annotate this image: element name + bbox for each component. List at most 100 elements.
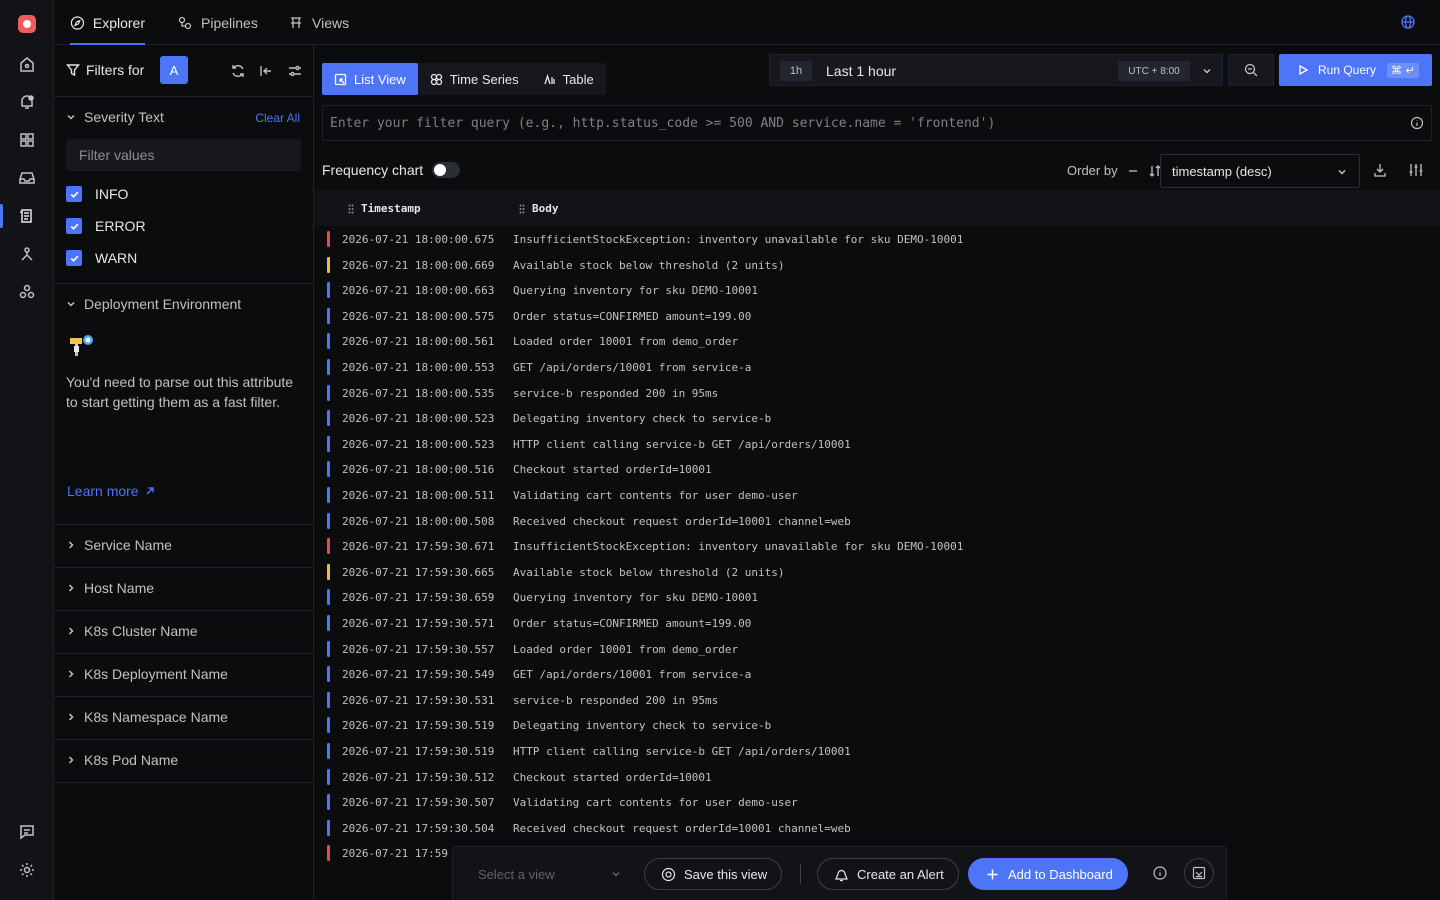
log-row[interactable]: 2026-07-21 17:59:30.549 GET /api/orders/1…	[314, 661, 1440, 686]
log-row[interactable]: 2026-07-21 17:59:30.531 service-b respond…	[314, 687, 1440, 712]
drag-handle-icon[interactable]	[519, 204, 525, 214]
home-icon[interactable]	[17, 54, 37, 74]
log-row[interactable]: 2026-07-21 18:00:00.553 GET /api/orders/1…	[314, 354, 1440, 379]
tab-list-view[interactable]: List View	[322, 63, 418, 95]
add-to-dashboard-button[interactable]: Add to Dashboard	[968, 858, 1128, 890]
section-divider	[54, 739, 313, 740]
filter-section-k8s-cluster-name[interactable]: K8s Cluster Name	[66, 623, 198, 639]
time-range-picker[interactable]: 1h Last 1 hour UTC + 8:00	[769, 54, 1223, 86]
severity-indicator	[327, 691, 330, 708]
log-row[interactable]: 2026-07-21 18:00:00.508 Received checkout…	[314, 508, 1440, 533]
filter-section-k8s-deployment-name[interactable]: K8s Deployment Name	[66, 666, 228, 682]
log-body: Order status=CONFIRMED amount=199.00	[513, 309, 752, 323]
checkbox-checked-icon[interactable]	[66, 250, 82, 266]
logs-icon[interactable]	[17, 206, 37, 226]
filter-values-input[interactable]	[66, 139, 301, 171]
filter-section-service-name[interactable]: Service Name	[66, 537, 172, 553]
filter-section-k8s-namespace-name[interactable]: K8s Namespace Name	[66, 709, 228, 725]
select-view-dropdown[interactable]: Select a view	[465, 858, 633, 890]
severity-option-warn[interactable]: WARN	[66, 250, 137, 266]
log-row[interactable]: 2026-07-21 18:00:00.516 Checkout started …	[314, 456, 1440, 481]
frequency-chart-toggle[interactable]	[432, 162, 461, 178]
severity-indicator	[327, 512, 330, 529]
tab-time-series[interactable]: Time Series	[418, 63, 531, 95]
run-query-button[interactable]: Run Query ⌘ ↵	[1279, 54, 1432, 86]
severity-option-label: WARN	[95, 250, 138, 266]
log-row[interactable]: 2026-07-21 17:59:30.504 Received checkout…	[314, 815, 1440, 840]
tab-pipelines[interactable]: Pipelines	[177, 0, 258, 45]
collapse-toolbar-button[interactable]	[1184, 858, 1214, 888]
column-header-body[interactable]: Body	[519, 202, 559, 215]
log-row[interactable]: 2026-07-21 17:59:30.512 Checkout started …	[314, 764, 1440, 789]
severity-option-error[interactable]: ERROR	[66, 218, 146, 234]
settings-gear-icon[interactable]	[17, 860, 37, 880]
log-row[interactable]: 2026-07-21 18:00:00.675 InsufficientStock…	[314, 226, 1440, 251]
filter-section-label: Host Name	[84, 580, 155, 596]
filter-query-input[interactable]	[322, 105, 1432, 141]
zoom-out-button[interactable]	[1228, 54, 1274, 86]
log-timestamp: 2026-07-21 17:59:30.519	[342, 719, 495, 733]
save-view-button[interactable]: Save this view	[644, 858, 783, 890]
filter-section-k8s-pod-name[interactable]: K8s Pod Name	[66, 752, 178, 768]
collapse-panel-icon[interactable]	[258, 63, 274, 79]
checkbox-checked-icon[interactable]	[66, 186, 82, 202]
integrations-icon[interactable]	[17, 282, 37, 302]
log-row[interactable]: 2026-07-21 17:59:30.571 Order status=CONF…	[314, 610, 1440, 635]
log-row[interactable]: 2026-07-21 17:59:30.665 Available stock b…	[314, 559, 1440, 584]
alerts-bell-icon[interactable]	[17, 92, 37, 112]
log-body: HTTP client calling service-b GET /api/o…	[513, 745, 851, 758]
severity-indicator	[327, 435, 330, 452]
tab-table[interactable]: Table	[531, 63, 606, 95]
log-row[interactable]: 2026-07-21 18:00:00.523 Delegating invent…	[314, 405, 1440, 430]
column-settings-icon[interactable]	[1408, 162, 1424, 178]
log-row[interactable]: 2026-07-21 17:59:30.519 Delegating invent…	[314, 712, 1440, 737]
filters-panel: Filters for A Severity Text Clear All IN…	[54, 45, 314, 900]
log-row[interactable]: 2026-07-21 18:00:00.561 Loaded order 1000…	[314, 328, 1440, 353]
chevron-right-icon	[68, 584, 74, 592]
top-bar: Explorer Pipelines Views	[54, 0, 1440, 45]
chevron-down-icon[interactable]	[1202, 66, 1212, 76]
traces-icon[interactable]	[17, 244, 37, 264]
log-row[interactable]: 2026-07-21 18:00:00.575 Order status=CONF…	[314, 303, 1440, 328]
column-header-label: Body	[532, 202, 559, 215]
severity-option-info[interactable]: INFO	[66, 186, 128, 202]
order-by-select[interactable]: timestamp (desc)	[1160, 154, 1360, 188]
severity-section-toggle[interactable]: Severity Text	[66, 109, 164, 125]
column-header-timestamp[interactable]: Timestamp	[348, 202, 421, 215]
globe-icon[interactable]	[1400, 14, 1416, 30]
support-chat-icon[interactable]	[17, 822, 37, 842]
order-by-value: timestamp (desc)	[1172, 163, 1272, 179]
severity-indicator	[327, 589, 330, 606]
log-row[interactable]: 2026-07-21 18:00:00.511 Validating cart c…	[314, 482, 1440, 507]
inbox-icon[interactable]	[17, 168, 37, 188]
filter-settings-icon[interactable]	[287, 63, 303, 79]
log-row[interactable]: 2026-07-21 18:00:00.535 service-b respond…	[314, 380, 1440, 405]
log-row[interactable]: 2026-07-21 17:59:30.519 HTTP client calli…	[314, 738, 1440, 763]
log-row[interactable]: 2026-07-21 17:59:30.671 InsufficientStock…	[314, 533, 1440, 558]
query-badge[interactable]: A	[160, 56, 188, 84]
log-row[interactable]: 2026-07-21 18:00:00.523 HTTP client calli…	[314, 431, 1440, 456]
info-icon[interactable]	[1152, 865, 1168, 881]
deployment-section-toggle[interactable]: Deployment Environment	[66, 296, 241, 312]
filter-section-host-name[interactable]: Host Name	[66, 580, 154, 596]
info-icon[interactable]	[1410, 116, 1424, 130]
drag-handle-icon[interactable]	[348, 204, 354, 214]
refresh-icon[interactable]	[230, 63, 246, 79]
create-alert-button[interactable]: Create an Alert	[817, 858, 959, 890]
clear-all-link[interactable]: Clear All	[255, 111, 300, 125]
log-row[interactable]: 2026-07-21 17:59:30.659 Querying inventor…	[314, 584, 1440, 609]
log-row[interactable]: 2026-07-21 18:00:00.669 Available stock b…	[314, 252, 1440, 277]
log-row[interactable]: 2026-07-21 18:00:00.663 Querying inventor…	[314, 277, 1440, 302]
app-logo[interactable]	[18, 15, 36, 33]
table-icon	[544, 73, 555, 84]
timezone-badge[interactable]: UTC + 8:00	[1118, 61, 1190, 81]
log-body: Available stock below threshold (2 units…	[513, 565, 785, 579]
download-icon[interactable]	[1372, 162, 1388, 178]
dashboards-grid-icon[interactable]	[17, 130, 37, 150]
learn-more-link[interactable]: Learn more	[67, 483, 155, 499]
tab-views[interactable]: Views	[288, 0, 349, 45]
checkbox-checked-icon[interactable]	[66, 218, 82, 234]
log-row[interactable]: 2026-07-21 17:59:30.557 Loaded order 1000…	[314, 636, 1440, 661]
tab-explorer[interactable]: Explorer	[70, 0, 145, 45]
log-row[interactable]: 2026-07-21 17:59:30.507 Validating cart c…	[314, 789, 1440, 814]
